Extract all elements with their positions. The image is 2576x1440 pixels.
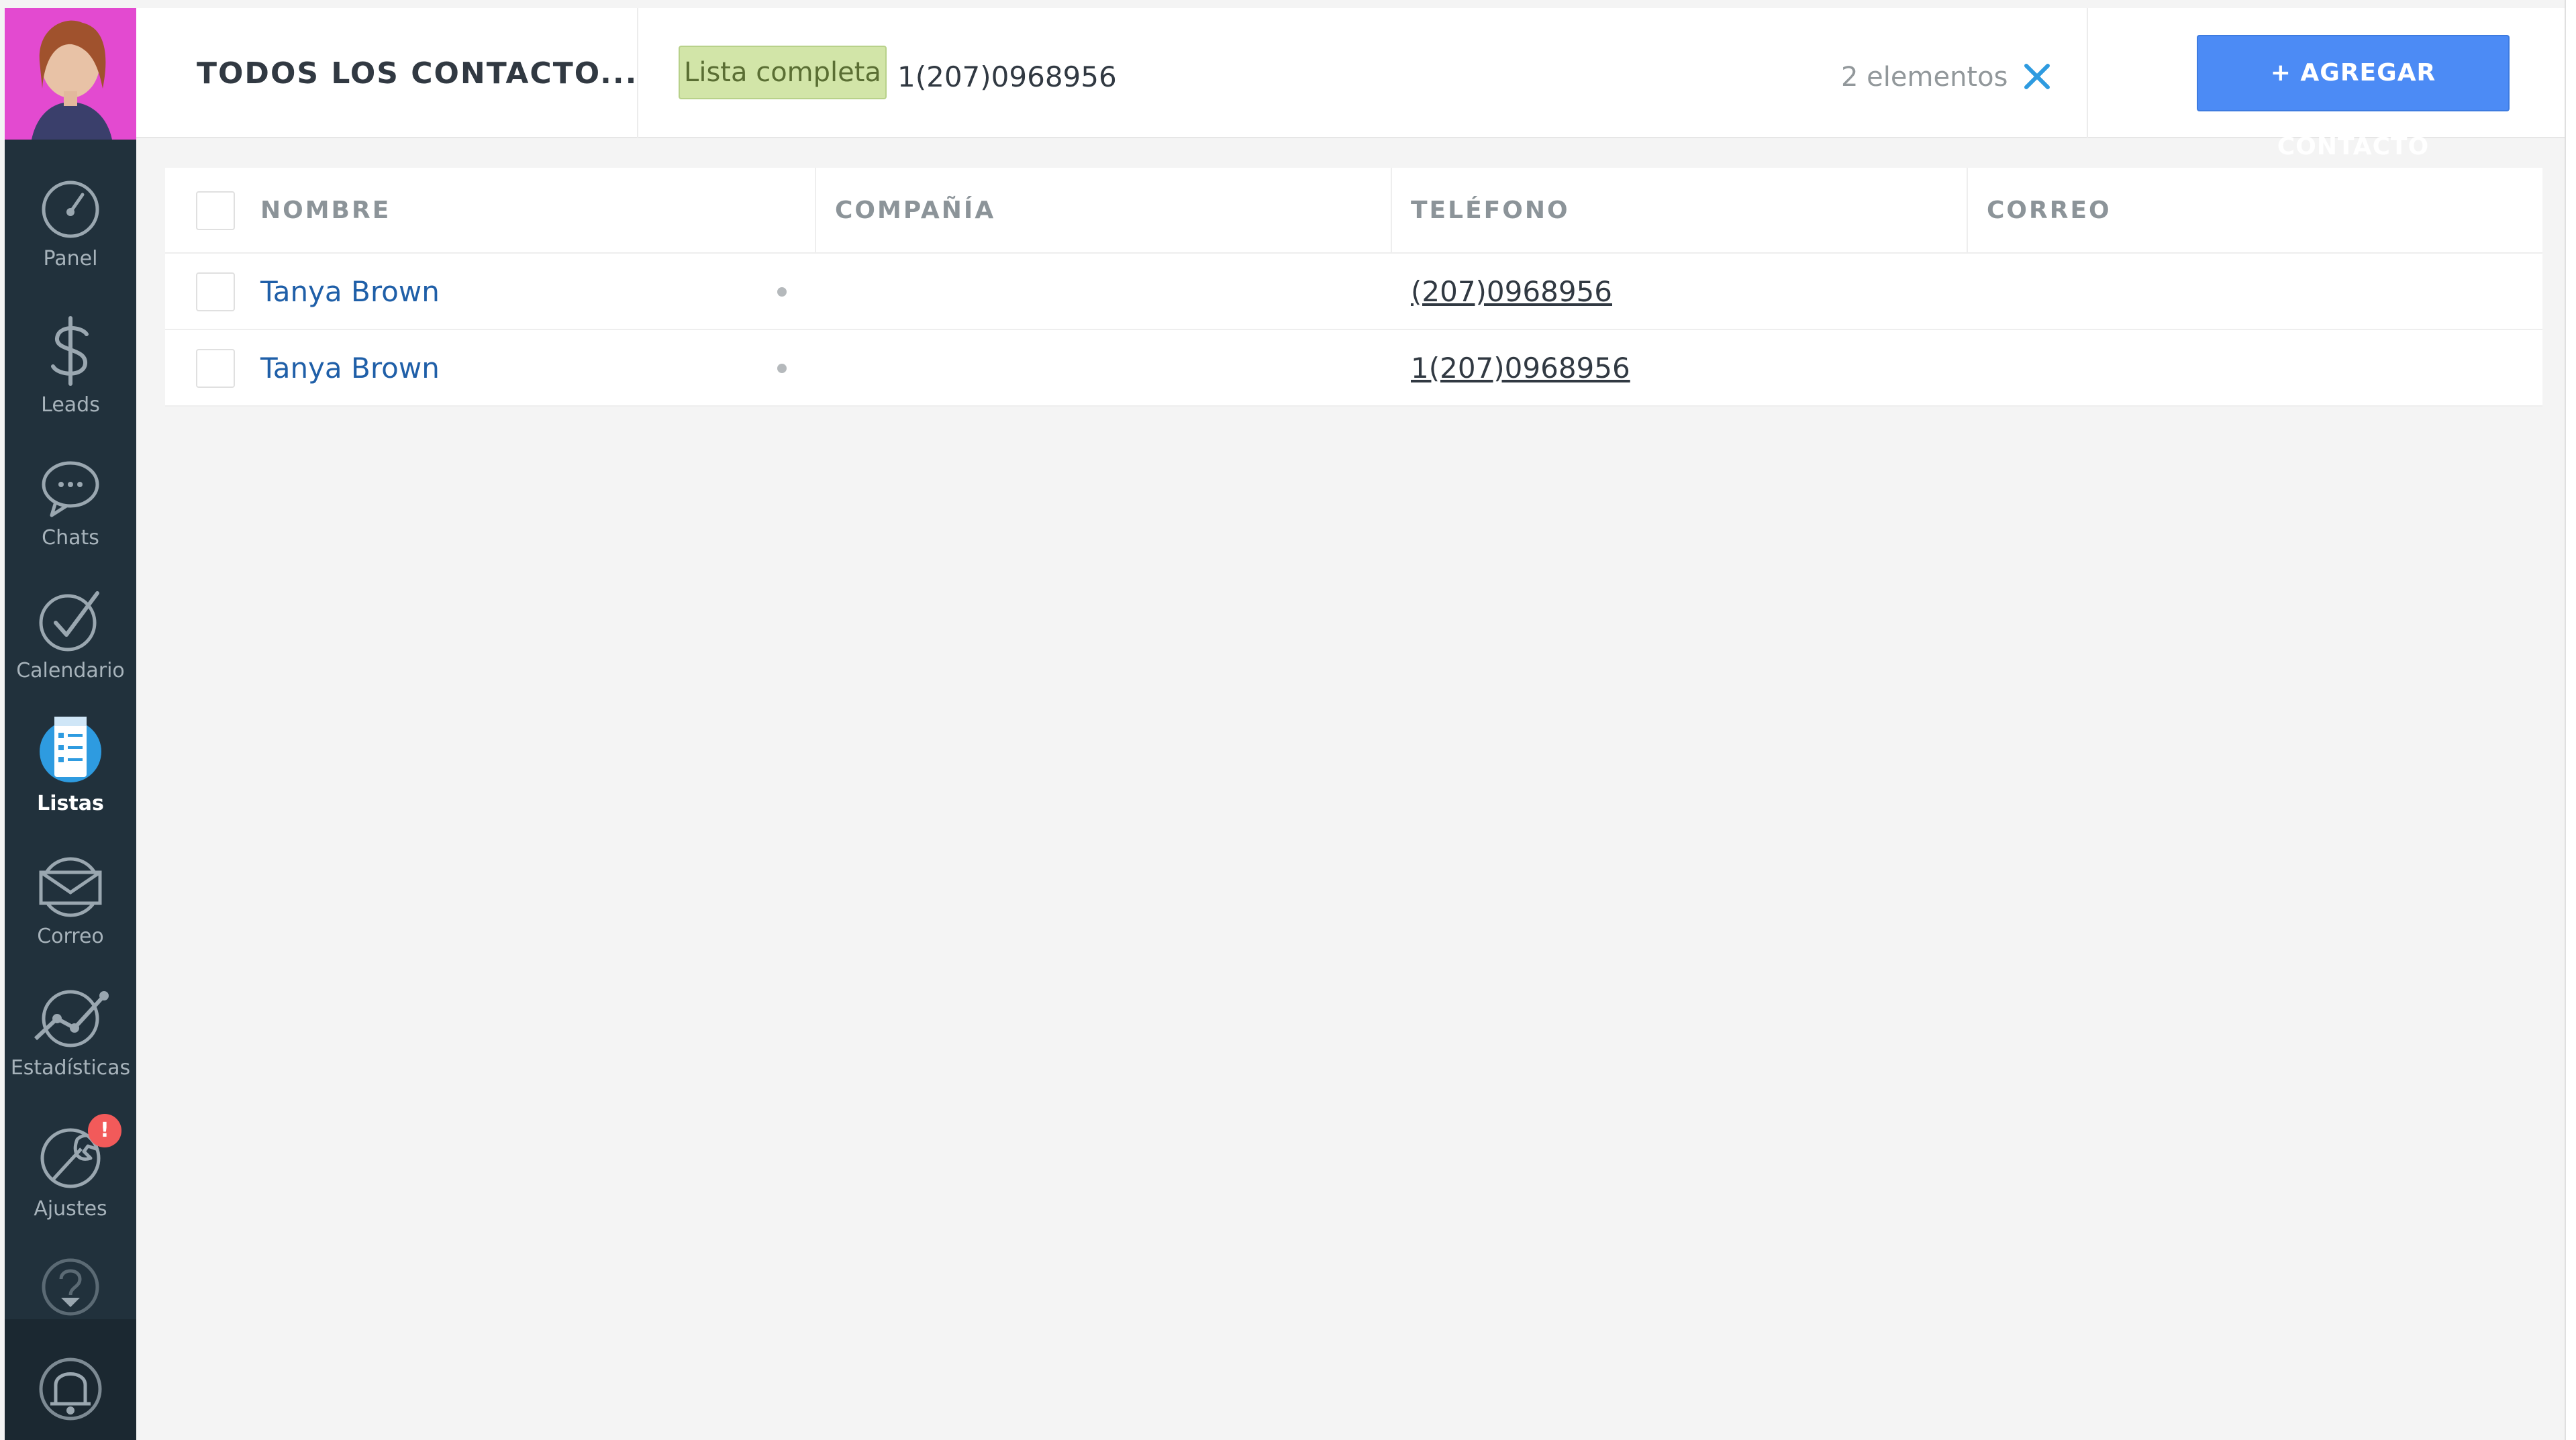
help-toggle[interactable] [5,1256,136,1317]
filter-chip[interactable]: Lista completa [679,46,887,99]
sidebar-item-label: Listas [37,792,104,815]
header-divider [2087,8,2088,138]
sidebar-item-label: Leads [41,393,100,417]
dollar-icon [51,316,89,386]
bell-icon[interactable] [37,1350,104,1424]
table-row[interactable]: Tanya Brown (207)0968956 [165,254,2542,330]
sidebar-item-label: Ajustes [34,1197,107,1221]
checkmark-circle-icon [39,591,99,652]
dashboard-gauge-icon [42,181,99,238]
table-row[interactable]: Tanya Brown 1(207)0968956 [165,330,2542,407]
select-all-checkbox[interactable] [196,191,235,230]
clear-search-icon[interactable] [2021,60,2053,93]
search-input[interactable]: 1(207)0968956 [897,60,1117,93]
stats-graph-icon [34,990,109,1047]
sidebar-item-label: Estadísticas [10,1056,131,1080]
sidebar-item-label: Panel [43,247,98,270]
row-indicator-dot [777,287,787,297]
sidebar-item-calendario[interactable]: Calendario [5,586,136,682]
app-window: Panel Leads Chats Calendario Listas Corr… [0,0,2576,1440]
list-header: TODOS LOS CONTACTO... Lista completa 1(2… [136,8,2565,160]
column-header-company[interactable]: COMPAÑÍA [835,168,995,252]
avatar-photo-icon [5,8,136,140]
column-divider [1391,168,1392,254]
chat-bubble-icon [42,461,99,517]
column-header-name[interactable]: NOMBRE [260,168,391,252]
column-header-email[interactable]: CORREO [1987,168,2112,252]
window-scrollbar[interactable] [2565,0,2576,1440]
notification-badge: ! [88,1114,121,1147]
phone-link[interactable]: (207)0968956 [1411,275,1612,308]
list-icon [40,717,101,782]
sidebar-item-label: Calendario [16,659,125,682]
row-checkbox[interactable] [196,272,235,311]
sidebar-item-chats[interactable]: Chats [5,456,136,550]
sidebar-item-panel[interactable]: Panel [5,177,136,270]
sidebar-footer [5,1319,136,1440]
sidebar: Panel Leads Chats Calendario Listas Corr… [5,8,136,1440]
sidebar-item-leads[interactable]: Leads [5,314,136,417]
column-header-phone[interactable]: TELÉFONO [1411,168,1570,252]
row-indicator-dot [777,364,787,373]
sidebar-item-label: Correo [37,925,104,948]
row-checkbox[interactable] [196,349,235,388]
contacts-table: NOMBRE COMPAÑÍA TELÉFONO CORREO Tanya Br… [165,168,2542,407]
avatar[interactable] [5,8,136,140]
table-header-row: NOMBRE COMPAÑÍA TELÉFONO CORREO [165,168,2542,254]
help-question-icon [42,1258,99,1316]
sidebar-item-listas[interactable]: Listas [5,713,136,815]
sidebar-item-correo[interactable]: Correo [5,855,136,948]
sidebar-item-estadisticas[interactable]: Estadísticas [5,984,136,1080]
phone-link[interactable]: 1(207)0968956 [1411,352,1630,384]
sidebar-item-label: Chats [42,526,99,550]
sidebar-item-ajustes[interactable]: ! Ajustes [5,1114,136,1221]
contact-name-link[interactable]: Tanya Brown [260,275,440,308]
contact-name-link[interactable]: Tanya Brown [260,352,440,384]
page-title[interactable]: TODOS LOS CONTACTO... [197,56,638,91]
add-contact-button[interactable]: + AGREGAR CONTACTO [2197,35,2510,160]
result-count: 2 elementos [1841,62,2008,93]
column-divider [815,168,816,254]
envelope-icon [39,857,102,917]
column-divider [1967,168,1968,254]
header-divider [637,8,638,138]
